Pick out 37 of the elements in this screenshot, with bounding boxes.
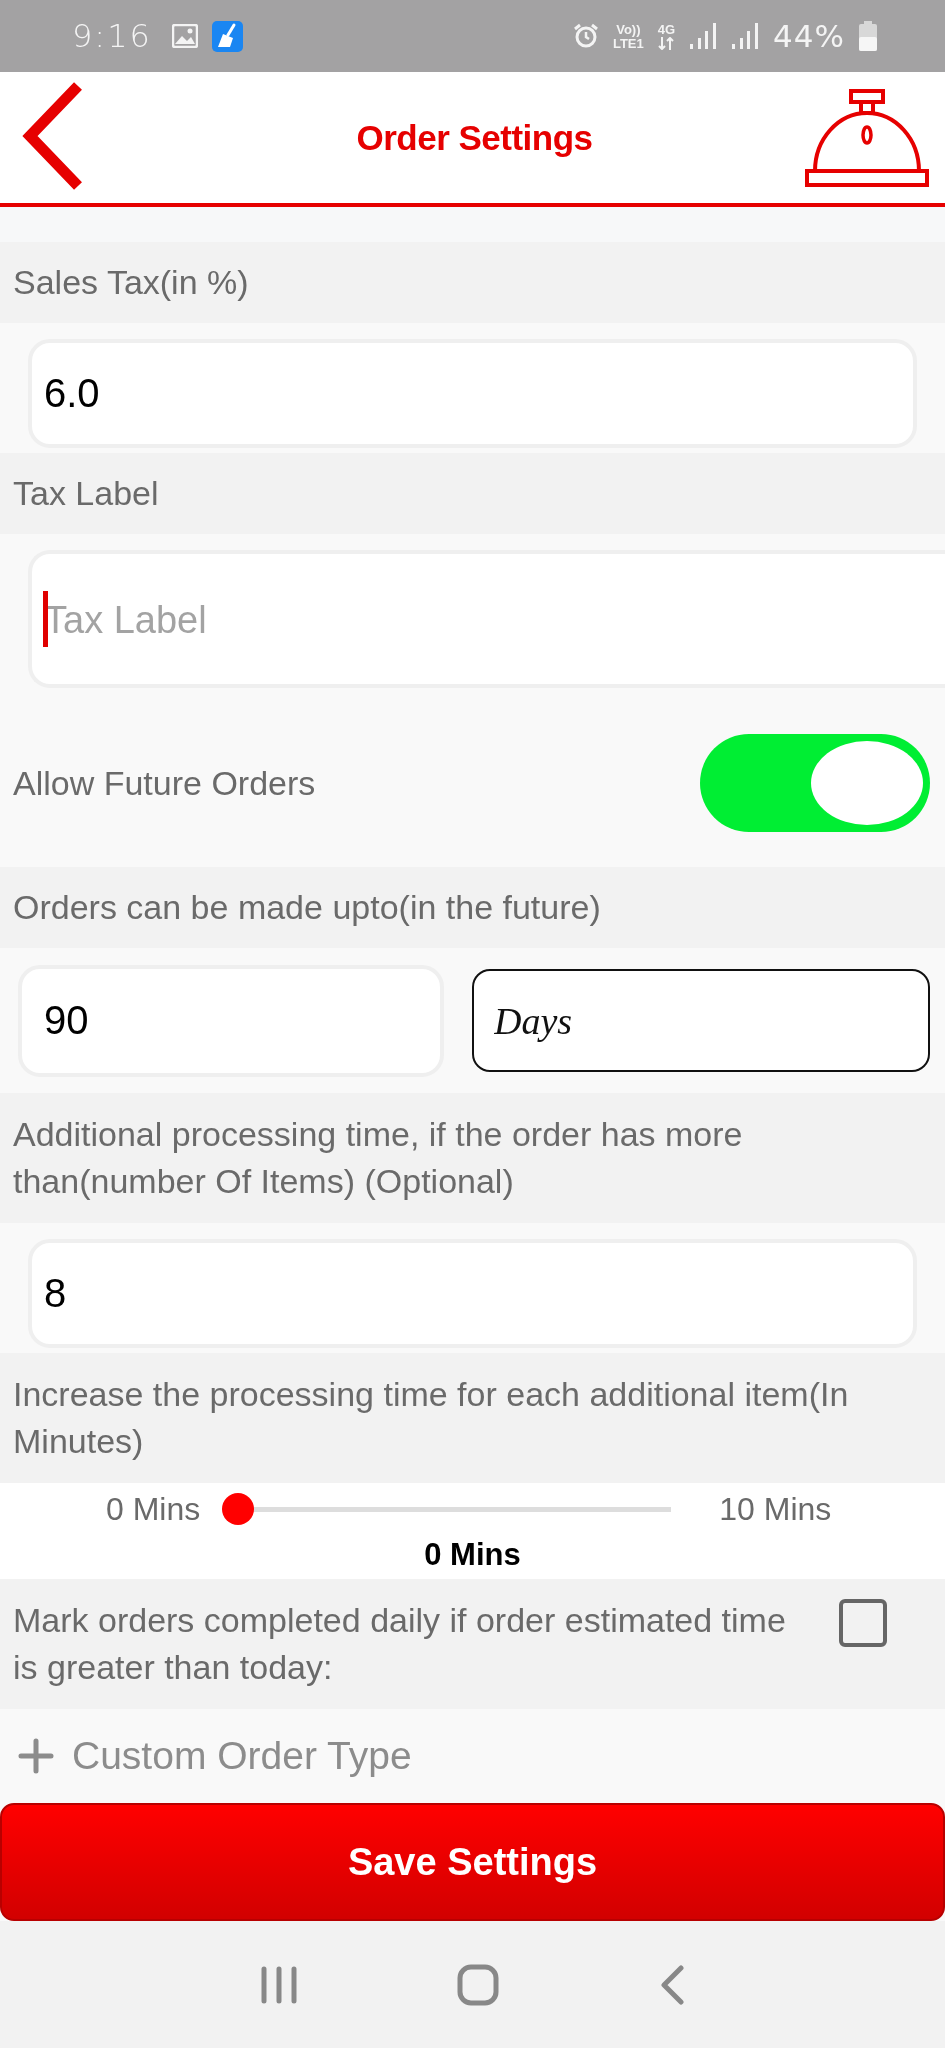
- plus-icon: [18, 1738, 54, 1774]
- text-cursor-icon: [43, 591, 48, 647]
- back-icon[interactable]: [659, 1964, 686, 2005]
- slider-min-label: 0 Mins: [106, 1491, 201, 1527]
- broom-app-icon: [211, 20, 243, 52]
- setting-label: Sales Tax(in %): [13, 262, 249, 303]
- home-icon[interactable]: [457, 1963, 500, 2006]
- unit-field[interactable]: Days: [472, 969, 930, 1072]
- network-type-text: 4G: [657, 22, 676, 36]
- slider-value: 0 Mins: [424, 1537, 521, 1573]
- setting-label: Orders can be made upto(in the future): [13, 887, 601, 928]
- slider-thumb[interactable]: [222, 1493, 255, 1525]
- volte-text: Vo)): [616, 22, 641, 36]
- volte-text: LTE1: [612, 36, 644, 50]
- text-field[interactable]: 6.0: [28, 339, 917, 448]
- checkbox[interactable]: [839, 1599, 887, 1647]
- setting-label: Tax Label: [13, 473, 159, 514]
- service-bell-icon[interactable]: [805, 88, 929, 187]
- text-field[interactable]: Tax Label: [28, 550, 945, 688]
- setting-label: Additional processing time, if the order has more than(number Of Items) (Optional): [13, 1114, 744, 1202]
- slider-max-label: 10 Mins: [719, 1491, 832, 1527]
- battery-icon: [859, 21, 877, 51]
- page-title: Order Settings: [356, 117, 593, 158]
- number-field[interactable]: 90: [18, 964, 444, 1077]
- recent-apps-icon[interactable]: [259, 1965, 298, 2004]
- setting-label: Increase the processing time for each additional item(In Minutes): [13, 1374, 850, 1462]
- setting-label: Allow Future Orders: [13, 762, 316, 804]
- status-time: 9:16: [72, 17, 152, 55]
- signal-icon: [731, 22, 760, 50]
- image-icon: [171, 24, 198, 48]
- signal-icon: [689, 22, 718, 50]
- battery-percent: 44%: [773, 18, 845, 54]
- save-settings-button[interactable]: Save Settings: [0, 1803, 945, 1921]
- text-field[interactable]: 8: [28, 1239, 917, 1348]
- alarm-clock-icon: [572, 23, 599, 49]
- data-arrows-icon: [658, 36, 675, 50]
- setting-label: Mark orders completed daily if order estimated time is greater than today:: [13, 1600, 787, 1688]
